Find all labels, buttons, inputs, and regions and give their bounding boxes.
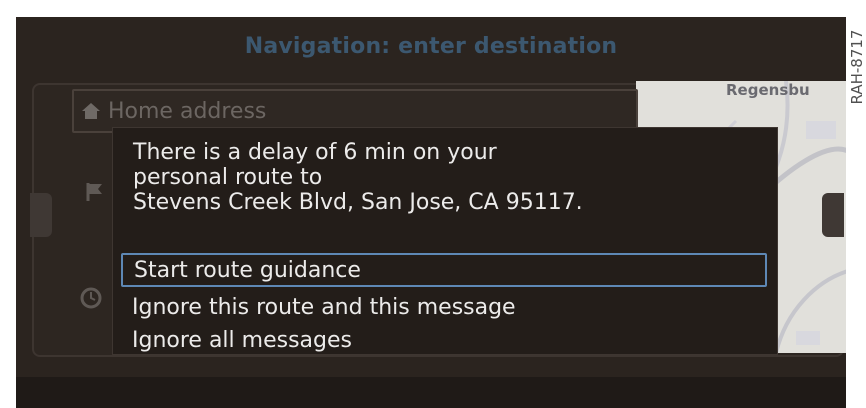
delay-popup: There is a delay of 6 min on your person…	[112, 127, 778, 355]
message-line: Stevens Creek Blvd, San Jose, CA 95117.	[133, 190, 583, 215]
title-bar: Navigation: enter destination	[16, 17, 846, 75]
right-scroll-tab[interactable]	[822, 193, 844, 237]
nav-screen: Navigation: enter destination Regensbu H…	[16, 17, 846, 408]
home-icon	[74, 93, 108, 129]
left-scroll-tab[interactable]	[30, 193, 52, 237]
start-route-guidance-option[interactable]: Start route guidance	[121, 253, 767, 287]
ignore-all-messages-option[interactable]: Ignore all messages	[121, 323, 767, 357]
message-line: There is a delay of 6 min on your	[133, 140, 497, 165]
figure-code-text: RAH-8717	[848, 29, 866, 105]
flag-icon	[84, 181, 106, 207]
home-address-label: Home address	[108, 98, 267, 124]
bottom-bar	[16, 377, 846, 408]
figure-code: RAH-8717	[848, 12, 866, 122]
map-place-label: Regensbu	[726, 81, 810, 99]
ignore-route-option[interactable]: Ignore this route and this message	[121, 290, 767, 324]
clock-icon	[80, 287, 102, 313]
delay-message: There is a delay of 6 min on your person…	[133, 140, 753, 215]
page-title: Navigation: enter destination	[244, 33, 618, 59]
message-line: personal route to	[133, 165, 323, 190]
